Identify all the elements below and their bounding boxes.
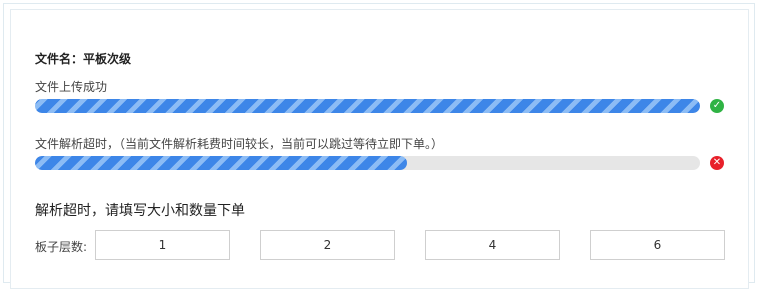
parse-progress-fill (35, 156, 408, 170)
upload-progress-fill (35, 99, 700, 113)
parse-status-text: 文件解析超时，（当前文件解析耗费时间较长，当前可以跳过等待立即下单。） (35, 137, 444, 151)
file-name-label: 文件名：平板次级 (35, 52, 132, 66)
layer-option-1[interactable]: 1 (95, 230, 230, 260)
layers-label: 板子层数: (35, 240, 88, 254)
parse-progress-bar (35, 156, 700, 170)
close-circle-icon[interactable]: ✕ (710, 156, 724, 170)
upload-progress-bar (35, 99, 700, 113)
layer-option-3[interactable]: 4 (425, 230, 560, 260)
layer-option-2[interactable]: 2 (260, 230, 395, 260)
check-circle-icon: ✓ (710, 99, 724, 113)
layer-option-4[interactable]: 6 (590, 230, 725, 260)
upload-status-text: 文件上传成功 (35, 80, 108, 94)
manual-entry-title: 解析超时，请填写大小和数量下单 (35, 203, 245, 219)
